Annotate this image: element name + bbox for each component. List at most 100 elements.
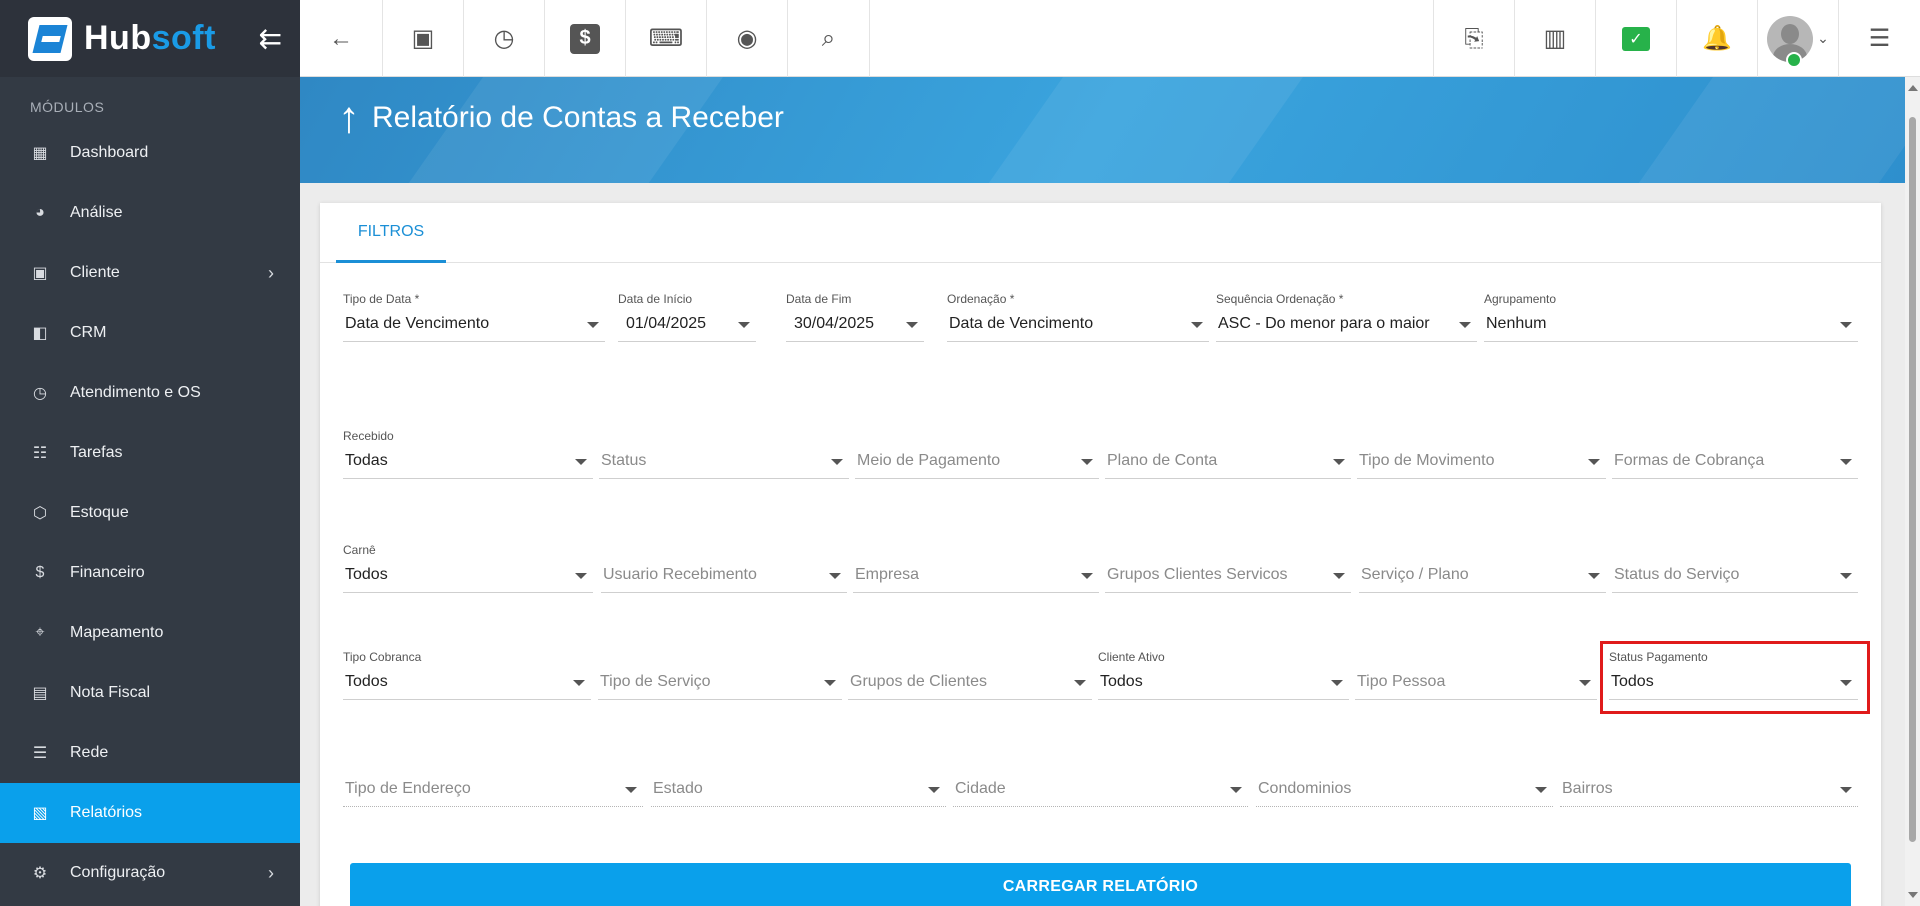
caret-down-icon xyxy=(829,573,841,579)
brand-logo[interactable]: Hubsoft ⇇ xyxy=(0,0,300,77)
caret-down-icon xyxy=(1459,322,1471,328)
tipo-endereco-select[interactable]: Tipo de Endereço xyxy=(343,757,643,811)
sidebar-item-nota-fiscal[interactable]: ▤ Nota Fiscal xyxy=(0,663,300,723)
caret-down-icon xyxy=(1840,573,1852,579)
grupos-clientes-servicos-select[interactable]: Grupos Clientes Servicos xyxy=(1105,543,1351,597)
sidebar: Hubsoft ⇇ MÓDULOS ▦ Dashboard ◕ Análise … xyxy=(0,0,300,906)
grid-icon: ▦ xyxy=(32,145,48,162)
sidebar-item-estoque[interactable]: ⬡ Estoque xyxy=(0,483,300,543)
pie-chart-icon: ◕ xyxy=(35,204,45,221)
sidebar-item-analise[interactable]: ◕ Análise xyxy=(0,183,300,243)
terminal-shortcut-button[interactable]: ⌨ xyxy=(626,0,707,77)
bell-icon: 🔔 xyxy=(1702,25,1732,52)
menu-list-button[interactable]: ☰ xyxy=(1838,0,1920,77)
sidebar-item-tarefas[interactable]: ☷ Tarefas xyxy=(0,423,300,483)
sidebar-item-dashboard[interactable]: ▦ Dashboard xyxy=(0,123,300,183)
caret-down-icon xyxy=(1230,787,1242,793)
pdf-button[interactable]: ⎘ xyxy=(1433,0,1514,77)
servico-plano-select[interactable]: Serviço / Plano xyxy=(1359,543,1606,597)
grupos-clientes-select[interactable]: Grupos de Clientes xyxy=(848,650,1092,704)
sidebar-item-crm[interactable]: ◧ CRM xyxy=(0,303,300,363)
dollar-icon: $ xyxy=(35,564,45,581)
caret-down-icon xyxy=(1840,459,1852,465)
chevron-down-icon: ⌄ xyxy=(1817,30,1829,46)
company-button[interactable]: ▥ xyxy=(1514,0,1595,77)
tasks-icon: ☷ xyxy=(32,445,48,462)
sidebar-item-label: Financeiro xyxy=(70,564,145,581)
tipo-de-data-select[interactable]: Tipo de Data * Data de Vencimento xyxy=(343,292,605,346)
caret-down-icon xyxy=(573,680,585,686)
collapse-menu-icon[interactable]: ⇇ xyxy=(259,22,282,55)
map-pin-icon: ⌖ xyxy=(35,624,45,641)
formas-cobranca-select[interactable]: Formas de Cobrança xyxy=(1612,429,1858,483)
data-inicio-field[interactable]: Data de Início 01/04/2025 xyxy=(618,292,756,346)
sidebar-item-atendimento[interactable]: ◷ Atendimento e OS xyxy=(0,363,300,423)
tipo-pessoa-select[interactable]: Tipo Pessoa xyxy=(1355,650,1597,704)
agrupamento-select[interactable]: Agrupamento Nenhum xyxy=(1484,292,1858,346)
ordenacao-select[interactable]: Ordenação * Data de Vencimento xyxy=(947,292,1209,346)
scroll-up-icon[interactable] xyxy=(1908,85,1918,91)
pdf-file-icon: ⎘ xyxy=(1464,24,1484,52)
caret-down-icon xyxy=(1081,573,1093,579)
building-icon: ▥ xyxy=(1543,25,1567,52)
chat-button[interactable]: ✓ xyxy=(1595,0,1676,77)
cidade-select[interactable]: Cidade xyxy=(953,757,1248,811)
client-shortcut-button[interactable]: ▣ xyxy=(383,0,464,77)
sidebar-item-rede[interactable]: ☰ Rede xyxy=(0,723,300,783)
finance-shortcut-button[interactable]: $ xyxy=(545,0,626,77)
dollar-icon: $ xyxy=(570,23,600,54)
box-icon: ⬡ xyxy=(33,505,47,522)
carne-select[interactable]: Carnê Todos xyxy=(343,543,593,597)
chevron-right-icon: › xyxy=(268,862,274,883)
eye-icon: ◉ xyxy=(736,25,758,52)
notifications-button[interactable]: 🔔 xyxy=(1676,0,1757,77)
tipo-cobranca-select[interactable]: Tipo Cobranca Todos xyxy=(343,650,591,704)
caret-down-icon xyxy=(1081,459,1093,465)
brand-name: Hubsoft xyxy=(84,19,216,57)
load-report-button[interactable]: CARREGAR RELATÓRIO xyxy=(350,863,1851,906)
recebido-select[interactable]: Recebido Todas xyxy=(343,429,593,483)
sidebar-item-configuracao[interactable]: ⚙ Configuração › xyxy=(0,843,300,903)
meio-pagamento-select[interactable]: Meio de Pagamento xyxy=(855,429,1099,483)
list-icon: ☰ xyxy=(1868,25,1891,52)
document-icon: ▧ xyxy=(32,805,48,822)
caret-down-icon xyxy=(575,459,587,465)
sidebar-item-label: CRM xyxy=(70,324,107,341)
sidebar-item-mapeamento[interactable]: ⌖ Mapeamento xyxy=(0,603,300,663)
modules-section-title: MÓDULOS xyxy=(30,99,105,115)
status-select[interactable]: Status xyxy=(599,429,849,483)
sidebar-nav: ▦ Dashboard ◕ Análise ▣ Cliente › ◧ CRM … xyxy=(0,123,300,903)
board-icon: ◧ xyxy=(32,325,48,342)
caret-down-icon xyxy=(1840,322,1852,328)
schedule-shortcut-button[interactable]: ◷ xyxy=(464,0,545,77)
cliente-ativo-select[interactable]: Cliente Ativo Todos xyxy=(1098,650,1349,704)
chat-check-icon: ✓ xyxy=(1622,26,1650,51)
online-status-dot xyxy=(1786,52,1802,68)
calendar-clock-icon: ◷ xyxy=(33,385,47,402)
scroll-thumb[interactable] xyxy=(1909,117,1916,842)
sidebar-item-relatorios[interactable]: ▧ Relatórios xyxy=(0,783,300,843)
bairros-select[interactable]: Bairros xyxy=(1560,757,1858,811)
sidebar-item-financeiro[interactable]: $ Financeiro xyxy=(0,543,300,603)
page-scrollbar[interactable] xyxy=(1905,77,1920,906)
terminal-icon: ⌨ xyxy=(648,25,684,52)
calendar-clock-icon: ◷ xyxy=(493,25,515,52)
tipo-movimento-select[interactable]: Tipo de Movimento xyxy=(1357,429,1606,483)
condominios-select[interactable]: Condominios xyxy=(1256,757,1553,811)
empresa-select[interactable]: Empresa xyxy=(853,543,1099,597)
search-button[interactable]: ⌕ xyxy=(788,0,870,77)
data-fim-field[interactable]: Data de Fim 30/04/2025 xyxy=(786,292,924,346)
sidebar-item-cliente[interactable]: ▣ Cliente › xyxy=(0,243,300,303)
sequencia-ordenacao-select[interactable]: Sequência Ordenação * ASC - Do menor par… xyxy=(1216,292,1477,346)
view-shortcut-button[interactable]: ◉ xyxy=(707,0,788,77)
estado-select[interactable]: Estado xyxy=(651,757,946,811)
tipo-servico-select[interactable]: Tipo de Serviço xyxy=(598,650,842,704)
plano-conta-select[interactable]: Plano de Conta xyxy=(1105,429,1351,483)
back-button[interactable]: ← xyxy=(300,0,383,77)
caret-down-icon xyxy=(625,787,637,793)
scroll-down-icon[interactable] xyxy=(1908,892,1918,898)
status-servico-select[interactable]: Status do Serviço xyxy=(1612,543,1858,597)
tab-filtros[interactable]: FILTROS xyxy=(336,203,446,263)
usuario-recebimento-select[interactable]: Usuario Recebimento xyxy=(601,543,847,597)
caret-down-icon xyxy=(575,573,587,579)
